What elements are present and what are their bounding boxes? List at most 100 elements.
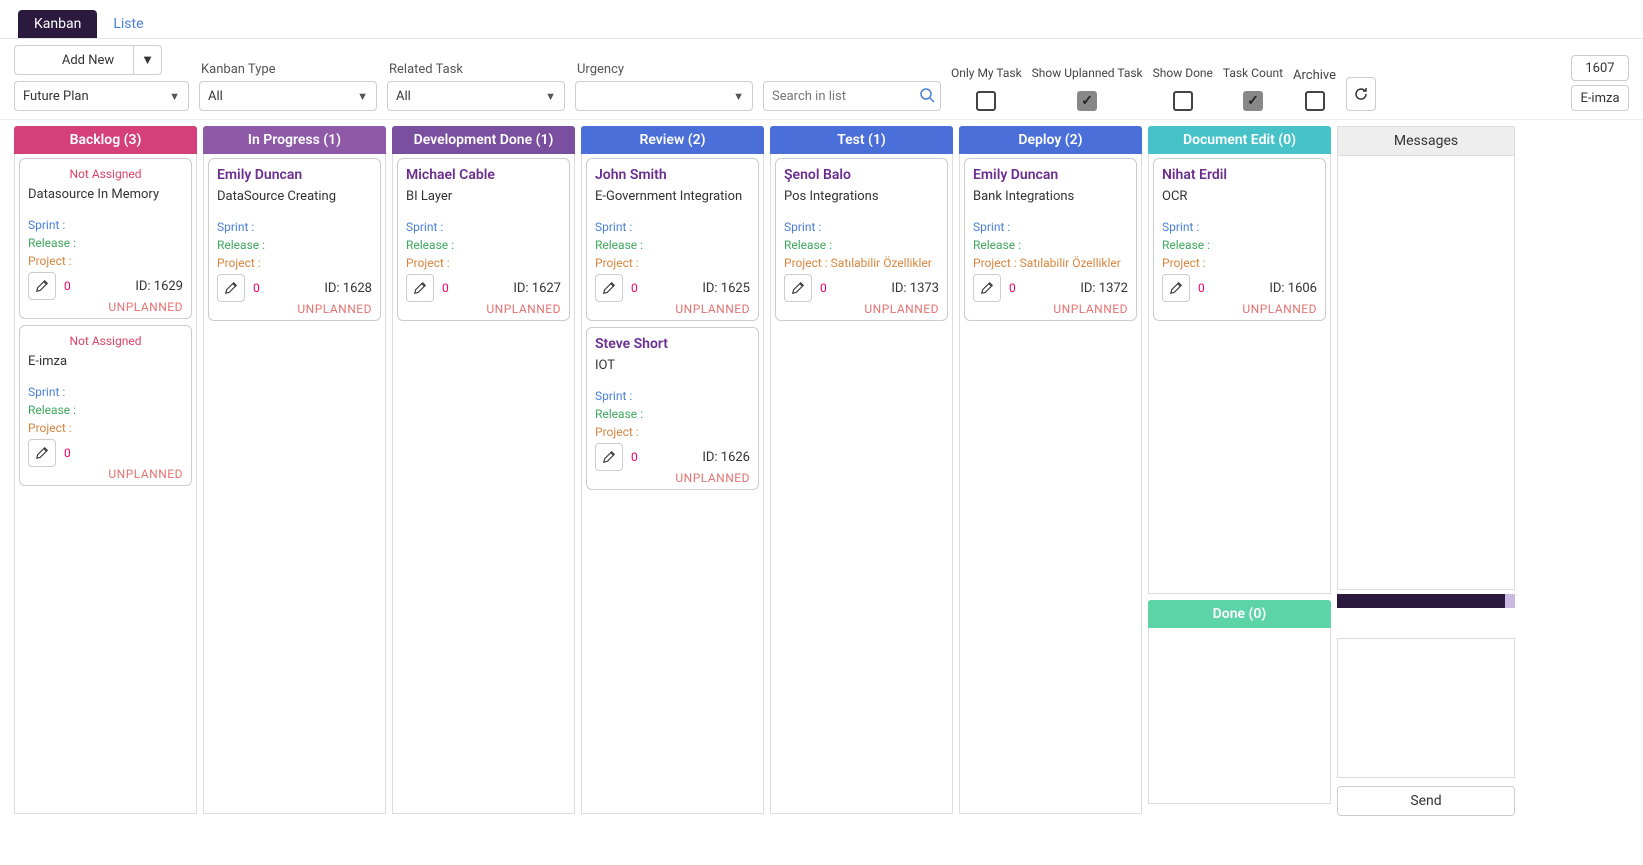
message-input[interactable] [1337,638,1515,778]
kanban-type-label: Kanban Type [199,62,377,77]
card-unplanned: UNPLANNED [973,302,1128,316]
search-icon[interactable] [919,87,935,103]
column-body[interactable]: Emily Duncan Bank Integrations Sprint : … [959,154,1142,814]
card-title: Datasource In Memory [28,187,183,202]
card-sprint: Sprint : [1162,218,1317,236]
card-id: ID: 1373 [891,281,939,296]
top-number-field[interactable]: 1607 [1571,55,1629,81]
show-done-checkbox[interactable] [1173,91,1193,111]
card-assignee: Steve Short [595,336,750,352]
messages-panel: Messages Send [1337,126,1515,816]
card-assignee: Not Assigned [28,167,183,181]
archive-checkbox[interactable] [1305,91,1325,111]
card-sprint: Sprint : [217,218,372,236]
refresh-button[interactable] [1346,77,1376,111]
kanban-card[interactable]: Michael Cable BI Layer Sprint : Release … [397,158,570,321]
card-release: Release : [973,236,1128,254]
card-sprint: Sprint : [595,218,750,236]
add-new-dropdown[interactable]: ▼ [133,46,161,74]
card-id: ID: 1629 [135,279,183,294]
edit-card-button[interactable] [973,274,1001,302]
kanban-card[interactable]: Şenol Balo Pos Integrations Sprint : Rel… [775,158,948,321]
related-task-value: All [396,89,411,104]
edit-card-button[interactable] [217,274,245,302]
card-count: 0 [64,446,71,460]
edit-card-button[interactable] [406,274,434,302]
card-title: Bank Integrations [973,189,1128,204]
card-release: Release : [406,236,561,254]
kanban-card[interactable]: Emily Duncan DataSource Creating Sprint … [208,158,381,321]
column-body[interactable]: Michael Cable BI Layer Sprint : Release … [392,154,575,814]
card-id: ID: 1625 [702,281,750,296]
kanban-column: Done (0) [1148,600,1331,804]
card-project: Project : [28,419,183,437]
related-task-select[interactable]: All ▼ [387,81,565,111]
column-header: Review (2) [581,126,764,154]
show-uplanned-label: Show Uplanned Task [1032,61,1143,87]
card-project: Project : [406,254,561,272]
search-input[interactable] [763,81,941,111]
kanban-card[interactable]: Steve Short IOT Sprint : Release : Proje… [586,327,759,490]
only-my-task-label: Only My Task [951,61,1022,87]
column-body[interactable] [1148,628,1331,804]
task-count-checkbox[interactable] [1243,91,1263,111]
future-plan-select[interactable]: Future Plan ▼ [14,81,189,111]
column-body[interactable]: Not Assigned Datasource In Memory Sprint… [14,154,197,814]
kanban-card[interactable]: Not Assigned E-imza Sprint : Release : P… [19,325,192,486]
card-project: Project : [1162,254,1317,272]
card-assignee: Not Assigned [28,334,183,348]
card-sprint: Sprint : [784,218,939,236]
task-count-label: Task Count [1223,61,1283,87]
card-sprint: Sprint : [406,218,561,236]
top-text-field[interactable]: E-imza [1571,85,1629,111]
edit-card-button[interactable] [784,274,812,302]
related-task-label: Related Task [387,62,565,77]
card-title: OCR [1162,189,1317,204]
card-release: Release : [1162,236,1317,254]
kanban-type-value: All [208,89,223,104]
card-title: DataSource Creating [217,189,372,204]
edit-card-button[interactable] [28,439,56,467]
kanban-card[interactable]: John Smith E-Government Integration Spri… [586,158,759,321]
urgency-select[interactable]: ▼ [575,81,753,111]
card-project: Project : [595,254,750,272]
edit-card-button[interactable] [595,274,623,302]
kanban-column: Test (1) Şenol Balo Pos Integrations Spr… [770,126,953,814]
column-body[interactable]: Emily Duncan DataSource Creating Sprint … [203,154,386,814]
add-new-button[interactable]: Add New ▼ [14,45,162,75]
card-assignee: Michael Cable [406,167,561,183]
card-unplanned: UNPLANNED [595,302,750,316]
edit-card-button[interactable] [1162,274,1190,302]
column-body[interactable]: John Smith E-Government Integration Spri… [581,154,764,814]
urgency-label: Urgency [575,62,753,77]
chevron-down-icon: ▼ [357,90,368,103]
chevron-down-icon: ▼ [733,90,744,103]
tab-kanban[interactable]: Kanban [18,10,97,38]
kanban-type-select[interactable]: All ▼ [199,81,377,111]
show-uplanned-checkbox[interactable] [1077,91,1097,111]
kanban-column: Development Done (1) Michael Cable BI La… [392,126,575,814]
messages-list[interactable] [1337,156,1515,590]
card-unplanned: UNPLANNED [1162,302,1317,316]
kanban-card[interactable]: Not Assigned Datasource In Memory Sprint… [19,158,192,319]
chevron-down-icon: ▼ [141,52,154,68]
edit-card-button[interactable] [595,443,623,471]
card-sprint: Sprint : [28,216,183,234]
card-title: E-imza [28,354,183,369]
kanban-card[interactable]: Nihat Erdil OCR Sprint : Release : Proje… [1153,158,1326,321]
only-my-task-checkbox[interactable] [976,91,996,111]
card-project: Project : Satılabilir Özellikler [784,254,939,272]
send-button[interactable]: Send [1337,786,1515,816]
card-sprint: Sprint : [595,387,750,405]
kanban-column: Deploy (2) Emily Duncan Bank Integration… [959,126,1142,814]
card-unplanned: UNPLANNED [28,467,183,481]
card-release: Release : [28,401,183,419]
tab-liste[interactable]: Liste [97,10,159,38]
kanban-card[interactable]: Emily Duncan Bank Integrations Sprint : … [964,158,1137,321]
card-assignee: Şenol Balo [784,167,939,183]
column-body[interactable]: Şenol Balo Pos Integrations Sprint : Rel… [770,154,953,814]
edit-card-button[interactable] [28,272,56,300]
messages-scrollbar[interactable] [1337,594,1515,608]
card-title: Pos Integrations [784,189,939,204]
column-body[interactable]: Nihat Erdil OCR Sprint : Release : Proje… [1148,154,1331,594]
